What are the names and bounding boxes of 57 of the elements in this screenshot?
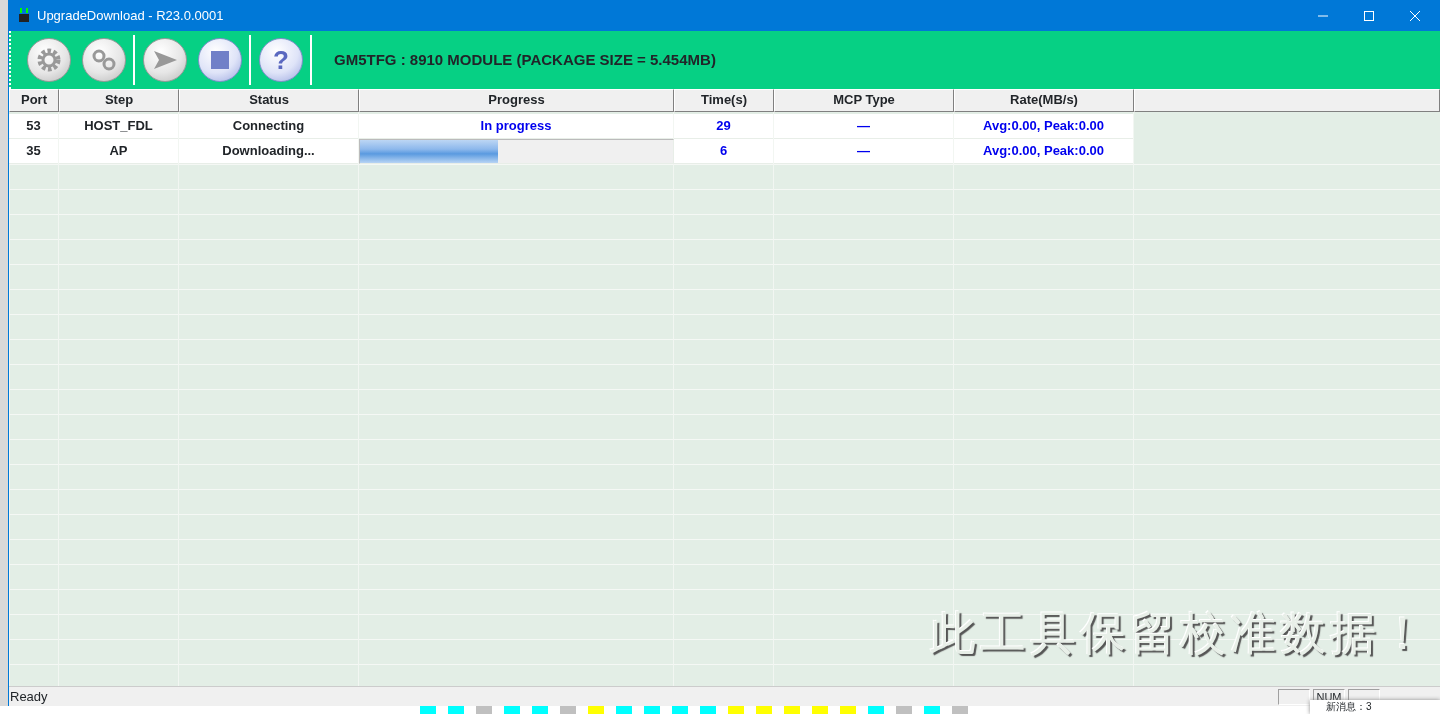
stop-icon (211, 51, 229, 69)
gear-icon (36, 47, 62, 73)
taskbar-icon[interactable] (728, 706, 744, 714)
notice-text: 此工具保留校准数据！ (930, 606, 1430, 661)
column-header[interactable]: Step (59, 89, 179, 112)
window-title: UpgradeDownload - R23.0.0001 (37, 6, 224, 25)
table-cell: HOST_FDL (59, 114, 179, 139)
column-header[interactable]: Progress (359, 89, 674, 112)
table-cell: Connecting (179, 114, 359, 139)
taskbar-icon[interactable] (504, 706, 520, 714)
taskbar-icon[interactable] (448, 706, 464, 714)
taskbar-icon[interactable] (840, 706, 856, 714)
table-cell: — (774, 139, 954, 164)
table-cell: 35 (9, 139, 59, 164)
table-cell: 29 (674, 114, 774, 139)
column-header[interactable]: Time(s) (674, 89, 774, 112)
start-button[interactable] (143, 38, 187, 82)
taskbar-icon[interactable] (672, 706, 688, 714)
taskbar-icon[interactable] (756, 706, 772, 714)
column-header[interactable]: Port (9, 89, 59, 112)
taskbar-icon[interactable] (616, 706, 632, 714)
table-cell: Downloading... (179, 139, 359, 164)
taskbar-icon[interactable] (588, 706, 604, 714)
help-button[interactable]: ? (259, 38, 303, 82)
package-info: GM5TFG : 8910 MODULE (PACKAGE SIZE = 5.454MB) (334, 49, 716, 70)
taskbar-icon[interactable] (952, 706, 968, 714)
taskbar-icon[interactable] (868, 706, 884, 714)
column-header[interactable]: Status (179, 89, 359, 112)
taskbar-icon[interactable] (700, 706, 716, 714)
app-icon (17, 7, 31, 24)
taskbar-icon[interactable] (924, 706, 940, 714)
status-panel (1278, 688, 1310, 705)
settings-button[interactable] (27, 38, 71, 82)
taskbar-icon[interactable] (420, 706, 436, 714)
taskbar-icon[interactable] (784, 706, 800, 714)
taskbar-icon[interactable] (896, 706, 912, 714)
table-cell: Avg:0.00, Peak:0.00 (954, 114, 1134, 139)
taskbar-icon[interactable] (644, 706, 660, 714)
taskbar-icon[interactable] (560, 706, 576, 714)
taskbar-icon[interactable] (532, 706, 548, 714)
table-cell: — (774, 114, 954, 139)
column-header[interactable]: MCP Type (774, 89, 954, 112)
arrow-icon (152, 50, 178, 70)
taskbar-icon[interactable] (476, 706, 492, 714)
maximize-icon (1364, 10, 1374, 21)
table-cell: AP (59, 139, 179, 164)
taskbar-icon[interactable] (812, 706, 828, 714)
column-header[interactable]: Rate(MB/s) (954, 89, 1134, 112)
status-message: Ready (10, 687, 49, 706)
table-cell: 53 (9, 114, 59, 139)
gears-icon (90, 47, 118, 73)
stop-button[interactable] (198, 38, 242, 82)
close-icon (1410, 10, 1420, 21)
gears-button[interactable] (82, 38, 126, 82)
table-cell: In progress (359, 114, 674, 139)
table-cell: 6 (674, 139, 774, 164)
table-cell: Avg:0.00, Peak:0.00 (954, 139, 1134, 164)
